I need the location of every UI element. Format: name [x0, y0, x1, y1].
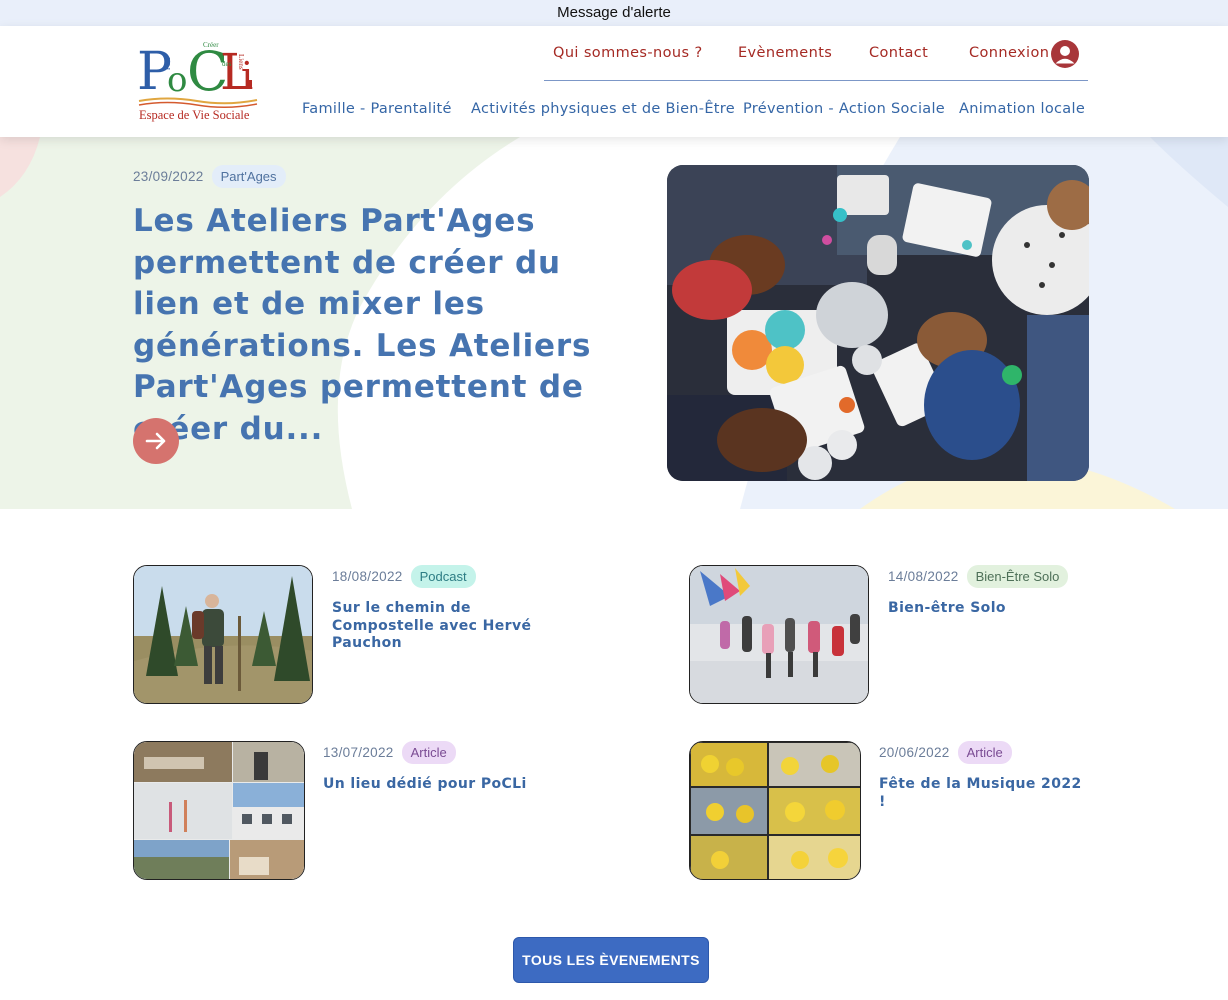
nav-link-famille-parentalite[interactable]: Famille - Parentalité — [302, 101, 452, 117]
all-events-button[interactable]: TOUS LES ÈVENEMENTS — [513, 937, 709, 983]
arrow-right-icon[interactable] — [133, 418, 179, 464]
logo-word-pour: Pour — [164, 56, 172, 70]
hero-date: 23/09/2022 — [133, 169, 204, 184]
logo-subtitle: Espace de Vie Sociale — [139, 108, 250, 122]
alert-text: Message d'alerte — [557, 4, 671, 21]
card-tag-bien-etre-solo[interactable]: Bien-Être Solo — [966, 565, 1069, 588]
card-meta: 18/08/2022 Podcast — [332, 565, 476, 588]
card-meta: 20/06/2022 Article — [879, 741, 1012, 764]
top-navigation: Qui sommes-nous ? Evènements Contact Con… — [544, 26, 1088, 81]
card-meta: 14/08/2022 Bien-Être Solo — [888, 565, 1069, 588]
card-image-new-venue[interactable] — [133, 741, 305, 880]
card-title[interactable]: Fête de la Musique 2022 ! — [879, 776, 1089, 811]
card-title[interactable]: Un lieu dédié pour PoCLi — [323, 776, 623, 794]
card-image-music-festival[interactable] — [689, 741, 861, 880]
card-date: 18/08/2022 — [332, 569, 403, 584]
card-date: 13/07/2022 — [323, 745, 394, 760]
hero-section: 23/09/2022 Part'Ages Les Ateliers Part'A… — [0, 137, 1228, 509]
nav-link-activites-physiques[interactable]: Activités physiques et de Bien-Être — [471, 101, 735, 117]
user-circle-icon[interactable] — [1051, 40, 1079, 68]
card-image-hiker[interactable] — [133, 565, 313, 704]
event-card[interactable]: 18/08/2022 Podcast Sur le chemin de Comp… — [133, 565, 653, 705]
nav-link-animation-locale[interactable]: Animation locale — [959, 101, 1085, 117]
event-card[interactable]: 13/07/2022 Article Un lieu dédié pour Po… — [133, 741, 653, 881]
hero-title[interactable]: Les Ateliers Part'Ages permettent de cré… — [133, 201, 633, 450]
logo-word-des: des — [222, 60, 232, 68]
card-tag-podcast[interactable]: Podcast — [410, 565, 476, 588]
card-tag-article[interactable]: Article — [401, 741, 456, 764]
card-date: 20/06/2022 — [879, 745, 950, 760]
hero-meta: 23/09/2022 Part'Ages — [133, 165, 286, 188]
logo-word-creer: Créer — [203, 41, 219, 49]
alert-banner: Message d'alerte — [0, 0, 1228, 26]
nav-link-contact[interactable]: Contact — [869, 45, 928, 61]
card-meta: 13/07/2022 Article — [323, 741, 456, 764]
hero-image-children-playing[interactable] — [667, 165, 1089, 481]
nav-link-qui-sommes-nous[interactable]: Qui sommes-nous ? — [553, 45, 703, 61]
event-card[interactable]: 20/06/2022 Article Fête de la Musique 20… — [689, 741, 1089, 881]
logo-word-liens: Liens — [237, 54, 245, 70]
nav-link-connexion[interactable]: Connexion — [969, 45, 1049, 61]
card-tag-article[interactable]: Article — [957, 741, 1012, 764]
nav-link-prevention-action-sociale[interactable]: Prévention - Action Sociale — [743, 101, 945, 117]
nav-link-evenements[interactable]: Evènements — [738, 45, 832, 61]
event-card[interactable]: 14/08/2022 Bien-Être Solo Bien-être Solo — [689, 565, 1089, 705]
site-header: P o C L i Pour Créer des Liens Espace de… — [0, 26, 1228, 137]
pocli-logo[interactable]: P o C L i Pour Créer des Liens Espace de… — [137, 38, 261, 124]
card-image-dance-class[interactable] — [689, 565, 869, 704]
card-title[interactable]: Bien-être Solo — [888, 600, 1078, 618]
hero-category-tag[interactable]: Part'Ages — [211, 165, 286, 188]
card-title[interactable]: Sur le chemin de Compostelle avec Hervé … — [332, 600, 532, 653]
card-date: 14/08/2022 — [888, 569, 959, 584]
